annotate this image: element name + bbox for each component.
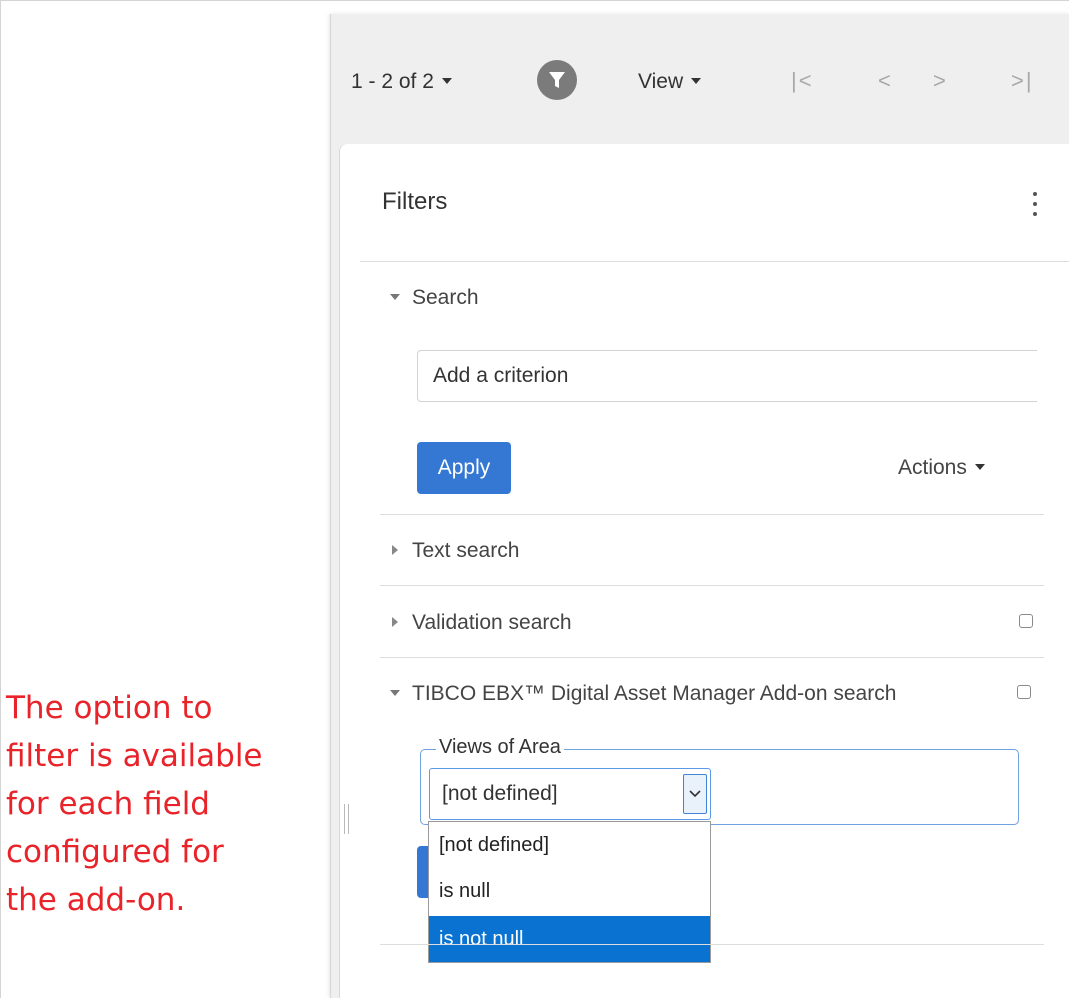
expanded-triangle-icon xyxy=(390,293,400,300)
divider xyxy=(380,514,1044,515)
expanded-triangle-icon xyxy=(390,689,400,696)
search-section-label: Search xyxy=(412,286,479,309)
dam-addon-search-checkbox[interactable] xyxy=(1017,685,1031,699)
actions-menu-button[interactable]: Actions xyxy=(898,456,985,480)
selected-value: [not defined] xyxy=(442,782,558,805)
collapsed-triangle-icon xyxy=(392,544,398,555)
view-menu-button[interactable]: View xyxy=(638,70,702,94)
views-of-area-select[interactable]: [not defined] xyxy=(429,768,711,820)
toolbar: 1 - 2 of 2 View |< < > >| xyxy=(331,14,1069,144)
text-search-section-header[interactable]: Text search xyxy=(390,539,519,563)
frame-left-border xyxy=(0,0,1,998)
validation-search-checkbox[interactable] xyxy=(1019,614,1033,628)
filter-funnel-icon xyxy=(549,72,565,88)
record-range-label: 1 - 2 of 2 xyxy=(351,70,434,93)
validation-search-label: Validation search xyxy=(412,611,572,634)
view-menu-label: View xyxy=(638,70,684,93)
dam-addon-search-section-header[interactable]: TIBCO EBX™ Digital Asset Manager Add-on … xyxy=(390,682,896,706)
first-page-button[interactable]: |< xyxy=(791,68,814,94)
add-criterion-input[interactable]: Add a criterion xyxy=(417,350,1037,402)
previous-page-button[interactable]: < xyxy=(878,68,891,94)
divider xyxy=(380,585,1044,586)
views-of-area-legend: Views of Area xyxy=(436,736,564,759)
last-page-button[interactable]: >| xyxy=(1011,68,1034,94)
collapsed-triangle-icon xyxy=(392,616,398,627)
filter-toggle-button[interactable] xyxy=(537,60,577,100)
app-window: 1 - 2 of 2 View |< < > >| Filters Search… xyxy=(330,14,1069,998)
annotation-text: The option to filter is available for ea… xyxy=(6,690,263,918)
frame-top-border xyxy=(0,0,1069,1)
caret-down-icon xyxy=(974,463,985,470)
next-page-button[interactable]: > xyxy=(933,68,946,94)
validation-search-section-header[interactable]: Validation search xyxy=(390,611,572,635)
filters-panel: Filters Search Add a criterion Apply Act… xyxy=(339,144,1069,998)
search-section-header[interactable]: Search xyxy=(390,286,479,310)
apply-button[interactable]: Apply xyxy=(417,442,511,494)
divider xyxy=(380,944,1044,945)
divider xyxy=(360,261,1069,262)
panel-resize-handle[interactable] xyxy=(344,804,350,834)
divider xyxy=(380,657,1044,658)
option-is-not-null[interactable]: is not null xyxy=(429,916,710,962)
text-search-label: Text search xyxy=(412,539,520,562)
caret-down-icon xyxy=(441,77,452,84)
actions-label: Actions xyxy=(898,456,967,479)
option-not-defined[interactable]: [not defined] xyxy=(429,822,710,868)
dam-addon-search-label: TIBCO EBX™ Digital Asset Manager Add-on … xyxy=(412,682,897,705)
filters-title: Filters xyxy=(382,188,448,215)
views-of-area-options-list: [not defined] is null is not null xyxy=(428,821,711,963)
caret-down-icon xyxy=(691,77,702,84)
record-range-dropdown[interactable]: 1 - 2 of 2 xyxy=(351,70,452,94)
option-is-null[interactable]: is null xyxy=(429,868,710,914)
chevron-down-icon[interactable] xyxy=(683,774,707,814)
vertical-ellipsis-icon[interactable] xyxy=(1030,190,1040,218)
